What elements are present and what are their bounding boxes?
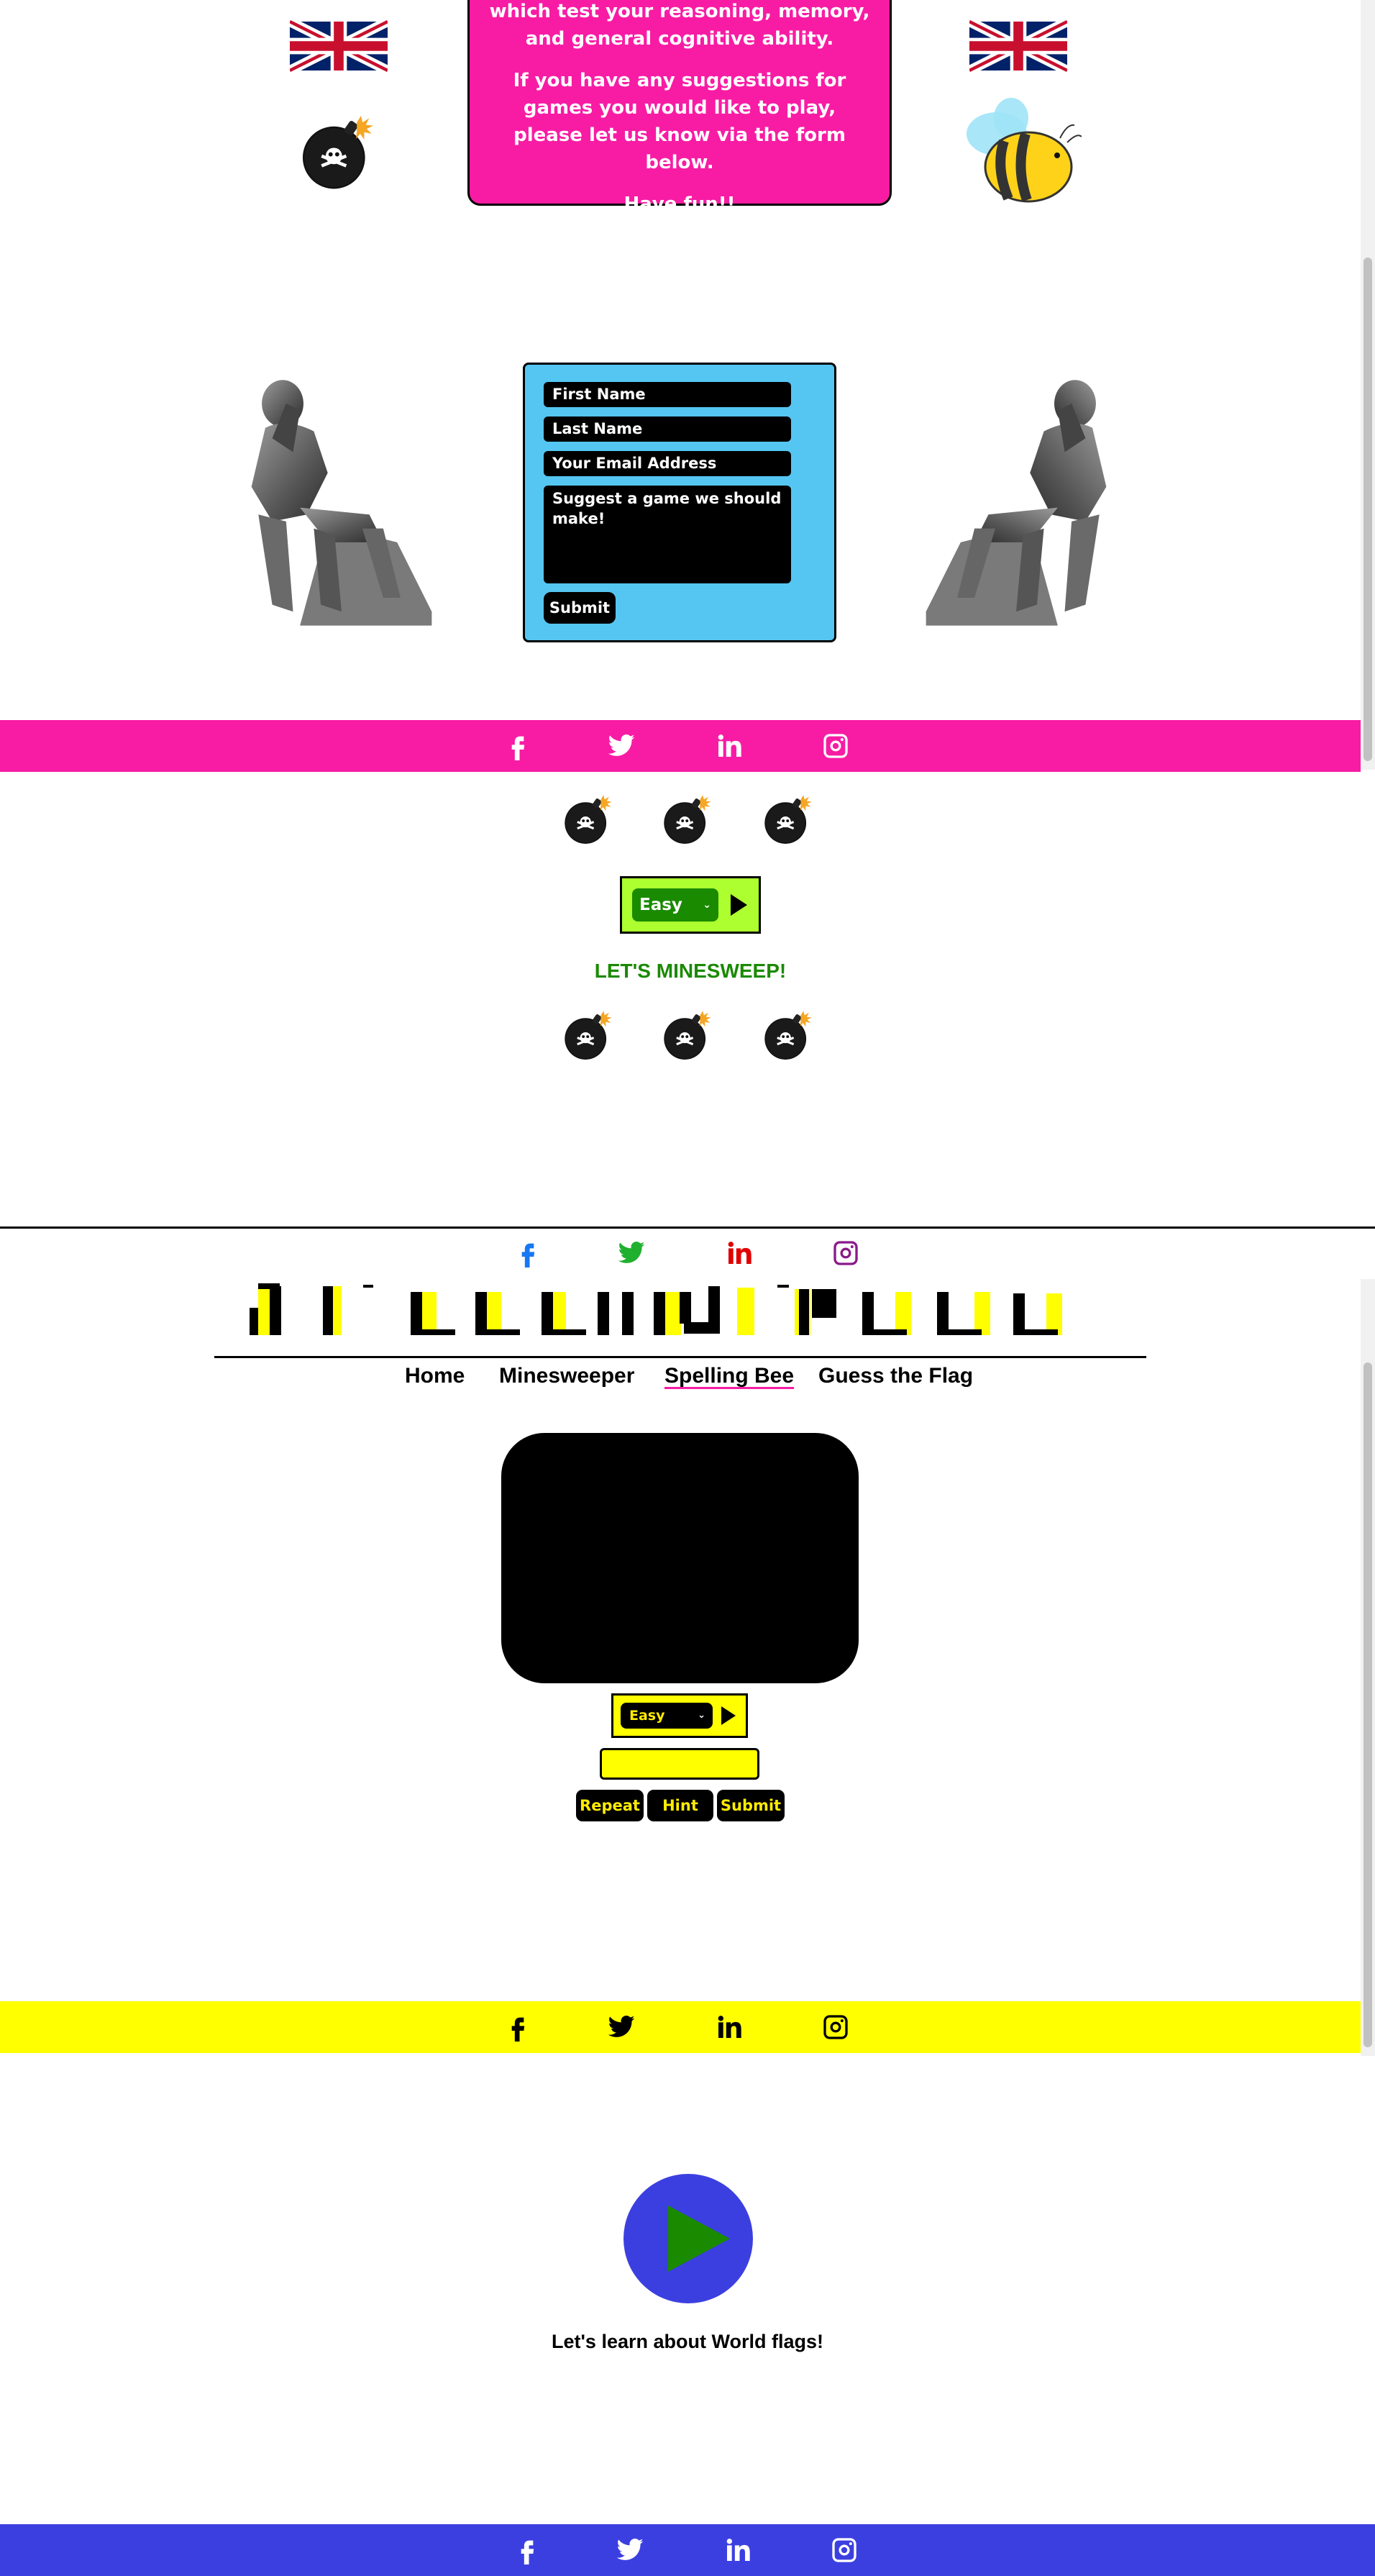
difficulty-controls: Easy ⌄ <box>611 1693 748 1738</box>
bomb-icon <box>662 793 713 845</box>
chevron-down-icon: ⌄ <box>703 899 711 911</box>
bomb-icon <box>563 1009 613 1061</box>
union-jack-icon <box>290 12 388 81</box>
social-footer-bar <box>0 2001 1361 2053</box>
instagram-icon[interactable] <box>830 2536 859 2564</box>
answer-input[interactable] <box>600 1748 759 1780</box>
first-name-field[interactable]: First Name <box>544 382 791 407</box>
play-icon[interactable] <box>728 893 749 917</box>
bomb-icon <box>763 793 813 845</box>
difficulty-value: Easy <box>639 896 682 914</box>
union-jack-icon <box>969 12 1067 81</box>
nav-guess-the-flag[interactable]: Guess the Flag <box>818 1364 973 1388</box>
linkedin-icon[interactable] <box>715 732 744 760</box>
spelling-bee-section: Home Minesweeper Spelling Bee Guess the … <box>0 1229 1375 2056</box>
scrollbar[interactable] <box>1361 1279 1375 2056</box>
chevron-down-icon: ⌄ <box>698 1710 705 1721</box>
header-rule <box>214 1356 1146 1358</box>
difficulty-select[interactable]: Easy ⌄ <box>632 888 718 921</box>
home-section: which test your reasoning, memory, and g… <box>0 0 1375 772</box>
hint-button[interactable]: Hint <box>647 1790 713 1821</box>
start-flag-game-button[interactable] <box>623 2174 753 2303</box>
flags-section: Let's learn about World flags! <box>0 2054 1375 2576</box>
nav-minesweeper[interactable]: Minesweeper <box>499 1364 634 1388</box>
thinker-statue-icon <box>251 380 432 626</box>
nav-home[interactable]: Home <box>405 1364 465 1388</box>
twitter-icon[interactable] <box>617 1239 646 1267</box>
twitter-icon[interactable] <box>616 2536 644 2564</box>
thinker-statue-icon <box>926 380 1107 626</box>
instagram-icon[interactable] <box>831 1239 860 1267</box>
facebook-icon[interactable] <box>503 2013 532 2042</box>
instagram-icon[interactable] <box>821 2013 850 2042</box>
bomb-icon <box>763 1009 813 1061</box>
difficulty-value: Easy <box>629 1708 665 1724</box>
facebook-icon[interactable] <box>503 732 532 760</box>
intro-text: Have fun!! <box>623 194 736 215</box>
intro-card: which test your reasoning, memory, and g… <box>467 0 892 215</box>
header-social-links <box>0 1239 1361 1275</box>
repeat-button[interactable]: Repeat <box>576 1790 644 1821</box>
intro-text: If you have any suggestions for games yo… <box>513 70 846 173</box>
play-icon <box>668 2206 730 2272</box>
twitter-icon[interactable] <box>607 732 636 760</box>
linkedin-icon[interactable] <box>725 1239 754 1267</box>
scrollbar-thumb[interactable] <box>1363 258 1372 761</box>
facebook-icon[interactable] <box>513 2536 542 2564</box>
instagram-icon[interactable] <box>821 732 850 760</box>
difficulty-select[interactable]: Easy ⌄ <box>621 1703 713 1729</box>
contact-form: First Name Last Name Your Email Address … <box>523 363 836 642</box>
scrollbar-thumb[interactable] <box>1363 1362 1372 2047</box>
flags-tagline: Let's learn about World flags! <box>552 2331 823 2352</box>
linkedin-icon[interactable] <box>723 2536 752 2564</box>
submit-button[interactable]: Submit <box>544 592 616 624</box>
email-field[interactable]: Your Email Address <box>544 451 791 476</box>
site-logo <box>250 1283 1062 1335</box>
play-icon[interactable] <box>720 1705 737 1726</box>
nav-spelling-bee[interactable]: Spelling Bee <box>664 1364 794 1388</box>
intro-text: which test your reasoning, memory, and g… <box>489 1 870 50</box>
suggestion-textarea[interactable]: Suggest a game we should make! <box>544 486 791 583</box>
twitter-icon[interactable] <box>607 2013 636 2042</box>
facebook-icon[interactable] <box>513 1239 542 1267</box>
bee-icon <box>967 98 1082 203</box>
minesweeper-section: Easy ⌄ LET'S MINESWEEP! <box>0 773 1375 1226</box>
submit-button[interactable]: Submit <box>717 1790 785 1821</box>
minesweeper-heading: LET'S MINESWEEP! <box>594 960 787 982</box>
word-display-screen <box>501 1433 859 1683</box>
scrollbar[interactable] <box>1361 0 1375 770</box>
bomb-icon <box>297 102 379 200</box>
linkedin-icon[interactable] <box>715 2013 744 2042</box>
social-footer-bar <box>0 2524 1375 2576</box>
difficulty-controls: Easy ⌄ <box>620 876 761 934</box>
bomb-icon <box>662 1009 713 1061</box>
social-footer-bar <box>0 720 1361 772</box>
bomb-icon <box>563 793 613 845</box>
last-name-field[interactable]: Last Name <box>544 417 791 442</box>
